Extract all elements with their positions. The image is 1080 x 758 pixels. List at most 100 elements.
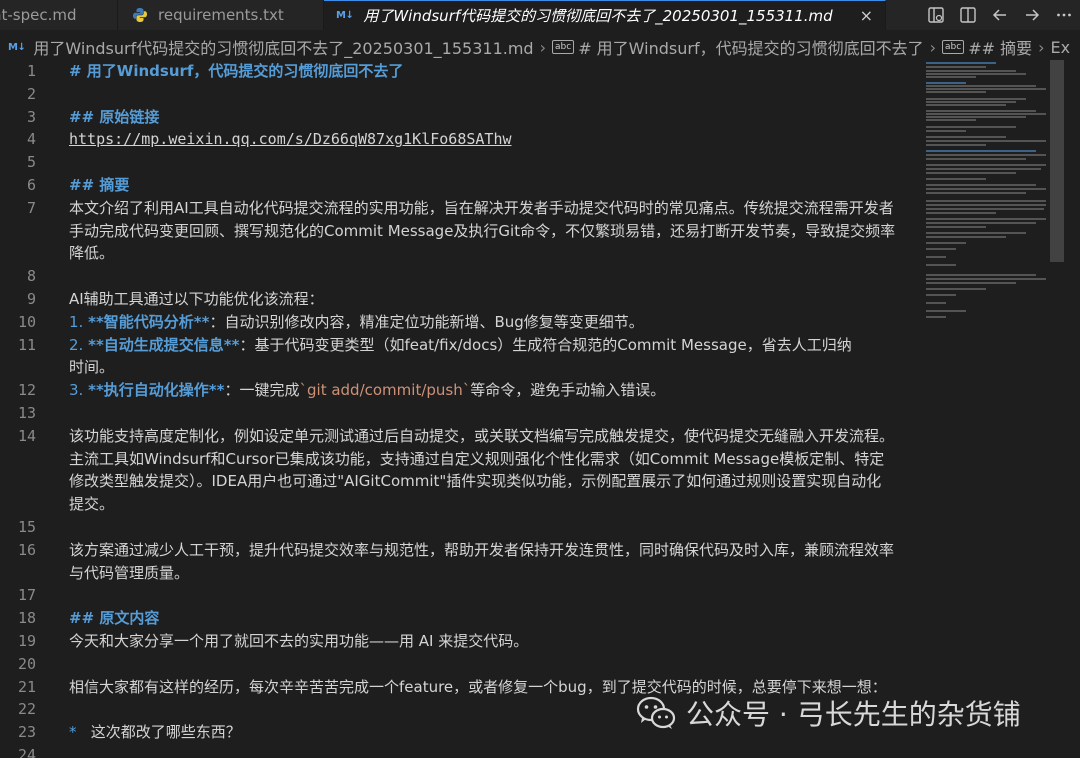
editor-line[interactable]: 与代码管理质量。 [0, 562, 922, 585]
tab-requirements-txt[interactable]: requirements.txt [118, 0, 324, 30]
arrow-right-icon[interactable] [1016, 0, 1048, 30]
minimap-line [926, 316, 946, 318]
text-span: ：一键完成 [224, 381, 300, 400]
line-text: ## 原文内容 [69, 607, 922, 630]
breadcrumb-file[interactable]: M↓ 用了Windsurf代码提交的习惯彻底回不去了_20250301_1553… [8, 35, 534, 59]
editor-line[interactable]: 降低。 [0, 242, 922, 265]
line-text: AI辅助工具通过以下功能优化该流程： [69, 288, 922, 311]
editor-line[interactable]: 9 AI辅助工具通过以下功能优化该流程： [0, 288, 922, 311]
arrow-left-icon[interactable] [984, 0, 1016, 30]
minimap-line [926, 104, 1006, 106]
line-number: 20 [17, 654, 36, 673]
text-span: **智能代码分析** [88, 312, 210, 331]
close-icon[interactable]: × [860, 6, 873, 25]
text-span: **自动生成提交信息** [88, 335, 240, 354]
line-text: 本文介绍了利用AI工具自动化代码提交流程的实用功能，旨在解决开发者手动提交代码时… [69, 197, 922, 220]
line-number: 4 [26, 130, 36, 149]
minimap-line [926, 164, 1046, 166]
minimap-line [926, 150, 1036, 152]
minimap-line [926, 226, 986, 228]
split-editor-icon[interactable] [952, 0, 984, 30]
tab-spec-md[interactable]: nt-spec.md [0, 0, 118, 30]
tab-active-md[interactable]: M↓ 用了Windsurf代码提交的习惯彻底回不去了_20250301_1553… [324, 0, 886, 30]
watermark-text: 公众号 · 弓长先生的杂货铺 [686, 698, 1021, 731]
line-number: 21 [17, 677, 36, 696]
scrollbar-thumb[interactable] [1050, 60, 1064, 262]
minimap-line [926, 116, 1026, 118]
minimap-line [926, 302, 946, 304]
line-number: 14 [17, 426, 36, 445]
editor-line[interactable]: 10 1. **智能代码分析**：自动识别修改内容，精准定位功能新增、Bug修复等… [0, 311, 922, 334]
editor-line[interactable]: 5 [0, 151, 922, 174]
minimap-line [926, 278, 1046, 280]
line-number: 15 [17, 518, 36, 536]
editor-line[interactable]: 6 ## 摘要 [0, 174, 922, 197]
text-span: 与代码管理质量。 [69, 563, 190, 582]
editor-line[interactable]: 14 该功能支持高度定制化，例如设定单元测试通过后自动提交，或关联文档编写完成触发… [0, 425, 922, 448]
line-number: 6 [26, 176, 36, 194]
editor-line[interactable]: 24 [0, 744, 922, 758]
editor-line[interactable]: 8 [0, 265, 922, 288]
text-span: https://mp.weixin.qq.com/s/Dz66qW87xg1Kl… [69, 130, 512, 149]
text-span: 这次都改了哪些东西？ [76, 723, 241, 742]
minimap-line [926, 158, 1026, 160]
minimap-line [926, 192, 1026, 194]
line-text: 手动完成代码变更回顾、撰写规范化的Commit Message及执行Git命令，… [69, 220, 922, 243]
text-span: ## 原始链接 [69, 107, 160, 126]
minimap-line [926, 200, 1046, 202]
minimap-line [926, 310, 966, 312]
minimap-line [926, 242, 966, 244]
text-span: 3. [69, 381, 89, 400]
editor-line[interactable]: 17 [0, 584, 922, 607]
editor-line[interactable]: 16 该方案通过减少人工干预，提升代码提交效率与规范性，帮助开发者保持开发连贯性，… [0, 539, 922, 562]
editor-content[interactable]: 1 # 用了Windsurf，代码提交的习惯彻底回不去了 2 3 ## 原始链接 4 htt… [0, 60, 922, 758]
text-span: 该方案通过减少人工干预，提升代码提交效率与规范性，帮助开发者保持开发连贯性，同时… [69, 540, 895, 559]
editor-line[interactable]: 主流工具如Windsurf和Cursor已集成该功能，支持通过自定义规则强化个性… [0, 448, 922, 471]
minimap[interactable] [922, 60, 1048, 758]
editor-line[interactable]: 3 ## 原始链接 [0, 106, 922, 129]
minimap-line [926, 110, 1036, 112]
minimap-line [926, 70, 1016, 72]
editor-line[interactable]: 15 [0, 516, 922, 539]
editor-line[interactable]: 11 2. **自动生成提交信息**：基于代码变更类型（如feat/fix/doc… [0, 334, 922, 357]
editor-line[interactable]: 18 ## 原文内容 [0, 607, 922, 630]
editor-line[interactable]: 12 3. **执行自动化操作**：一键完成`git add/commit/pus… [0, 379, 922, 402]
text-span: ：基于代码变更类型（如feat/fix/docs）生成符合规范的Commit M… [239, 335, 852, 354]
line-number: 22 [17, 700, 36, 719]
editor-line[interactable]: 时间。 [0, 356, 922, 379]
minimap-line [926, 119, 976, 121]
breadcrumb-overflow[interactable]: Ex [1051, 38, 1071, 57]
minimap-line [926, 126, 1016, 128]
line-number: 19 [17, 632, 36, 650]
editor-line[interactable]: 7 本文介绍了利用AI工具自动化代码提交流程的实用功能，旨在解决开发者手动提交代码… [0, 197, 922, 220]
more-actions-icon[interactable] [1048, 0, 1080, 30]
line-number: 8 [26, 267, 36, 286]
minimap-line [926, 274, 1036, 276]
line-text: 该功能支持高度定制化，例如设定单元测试通过后自动提交，或关联文档编写完成触发提交… [69, 425, 922, 448]
line-number: 1 [26, 62, 36, 80]
line-text: ## 原始链接 [69, 106, 922, 129]
editor-line[interactable]: 4 https://mp.weixin.qq.com/s/Dz66qW87xg1K… [0, 128, 922, 151]
editor-line[interactable]: 提交。 [0, 493, 922, 516]
open-changes-icon[interactable] [920, 0, 952, 30]
line-text: 提交。 [69, 493, 922, 516]
editor-line[interactable]: 2 [0, 83, 922, 106]
editor-line[interactable]: 1 # 用了Windsurf，代码提交的习惯彻底回不去了 [0, 60, 922, 83]
editor-line[interactable]: 修改类型触发提交）。IDEA用户也可通过"AIGitCommit"插件实现类似功… [0, 470, 922, 493]
editor-line[interactable]: 手动完成代码变更回顾、撰写规范化的Commit Message及执行Git命令，… [0, 220, 922, 243]
minimap-line [926, 73, 1026, 75]
minimap-line [926, 113, 1046, 115]
editor-line[interactable]: 19 今天和大家分享一个用了就回不去的实用功能——用 AI 来提交代码。 [0, 630, 922, 653]
vertical-scrollbar[interactable] [1048, 60, 1066, 758]
breadcrumb-heading1[interactable]: abc # 用了Windsurf，代码提交的习惯彻底回不去了 [552, 35, 924, 59]
line-number: 17 [17, 586, 36, 605]
python-icon [133, 8, 147, 22]
editor-line[interactable]: 13 [0, 402, 922, 425]
text-span: 主流工具如Windsurf和Cursor已集成该功能，支持通过自定义规则强化个性… [69, 449, 885, 468]
breadcrumb-heading2[interactable]: abc ## 摘要 [942, 35, 1032, 59]
minimap-line [926, 91, 986, 93]
breadcrumb-heading2-label: ## 摘要 [968, 39, 1033, 58]
text-span: 2. [69, 335, 89, 354]
tab-label: nt-spec.md [0, 6, 77, 24]
editor-line[interactable]: 20 [0, 653, 922, 676]
